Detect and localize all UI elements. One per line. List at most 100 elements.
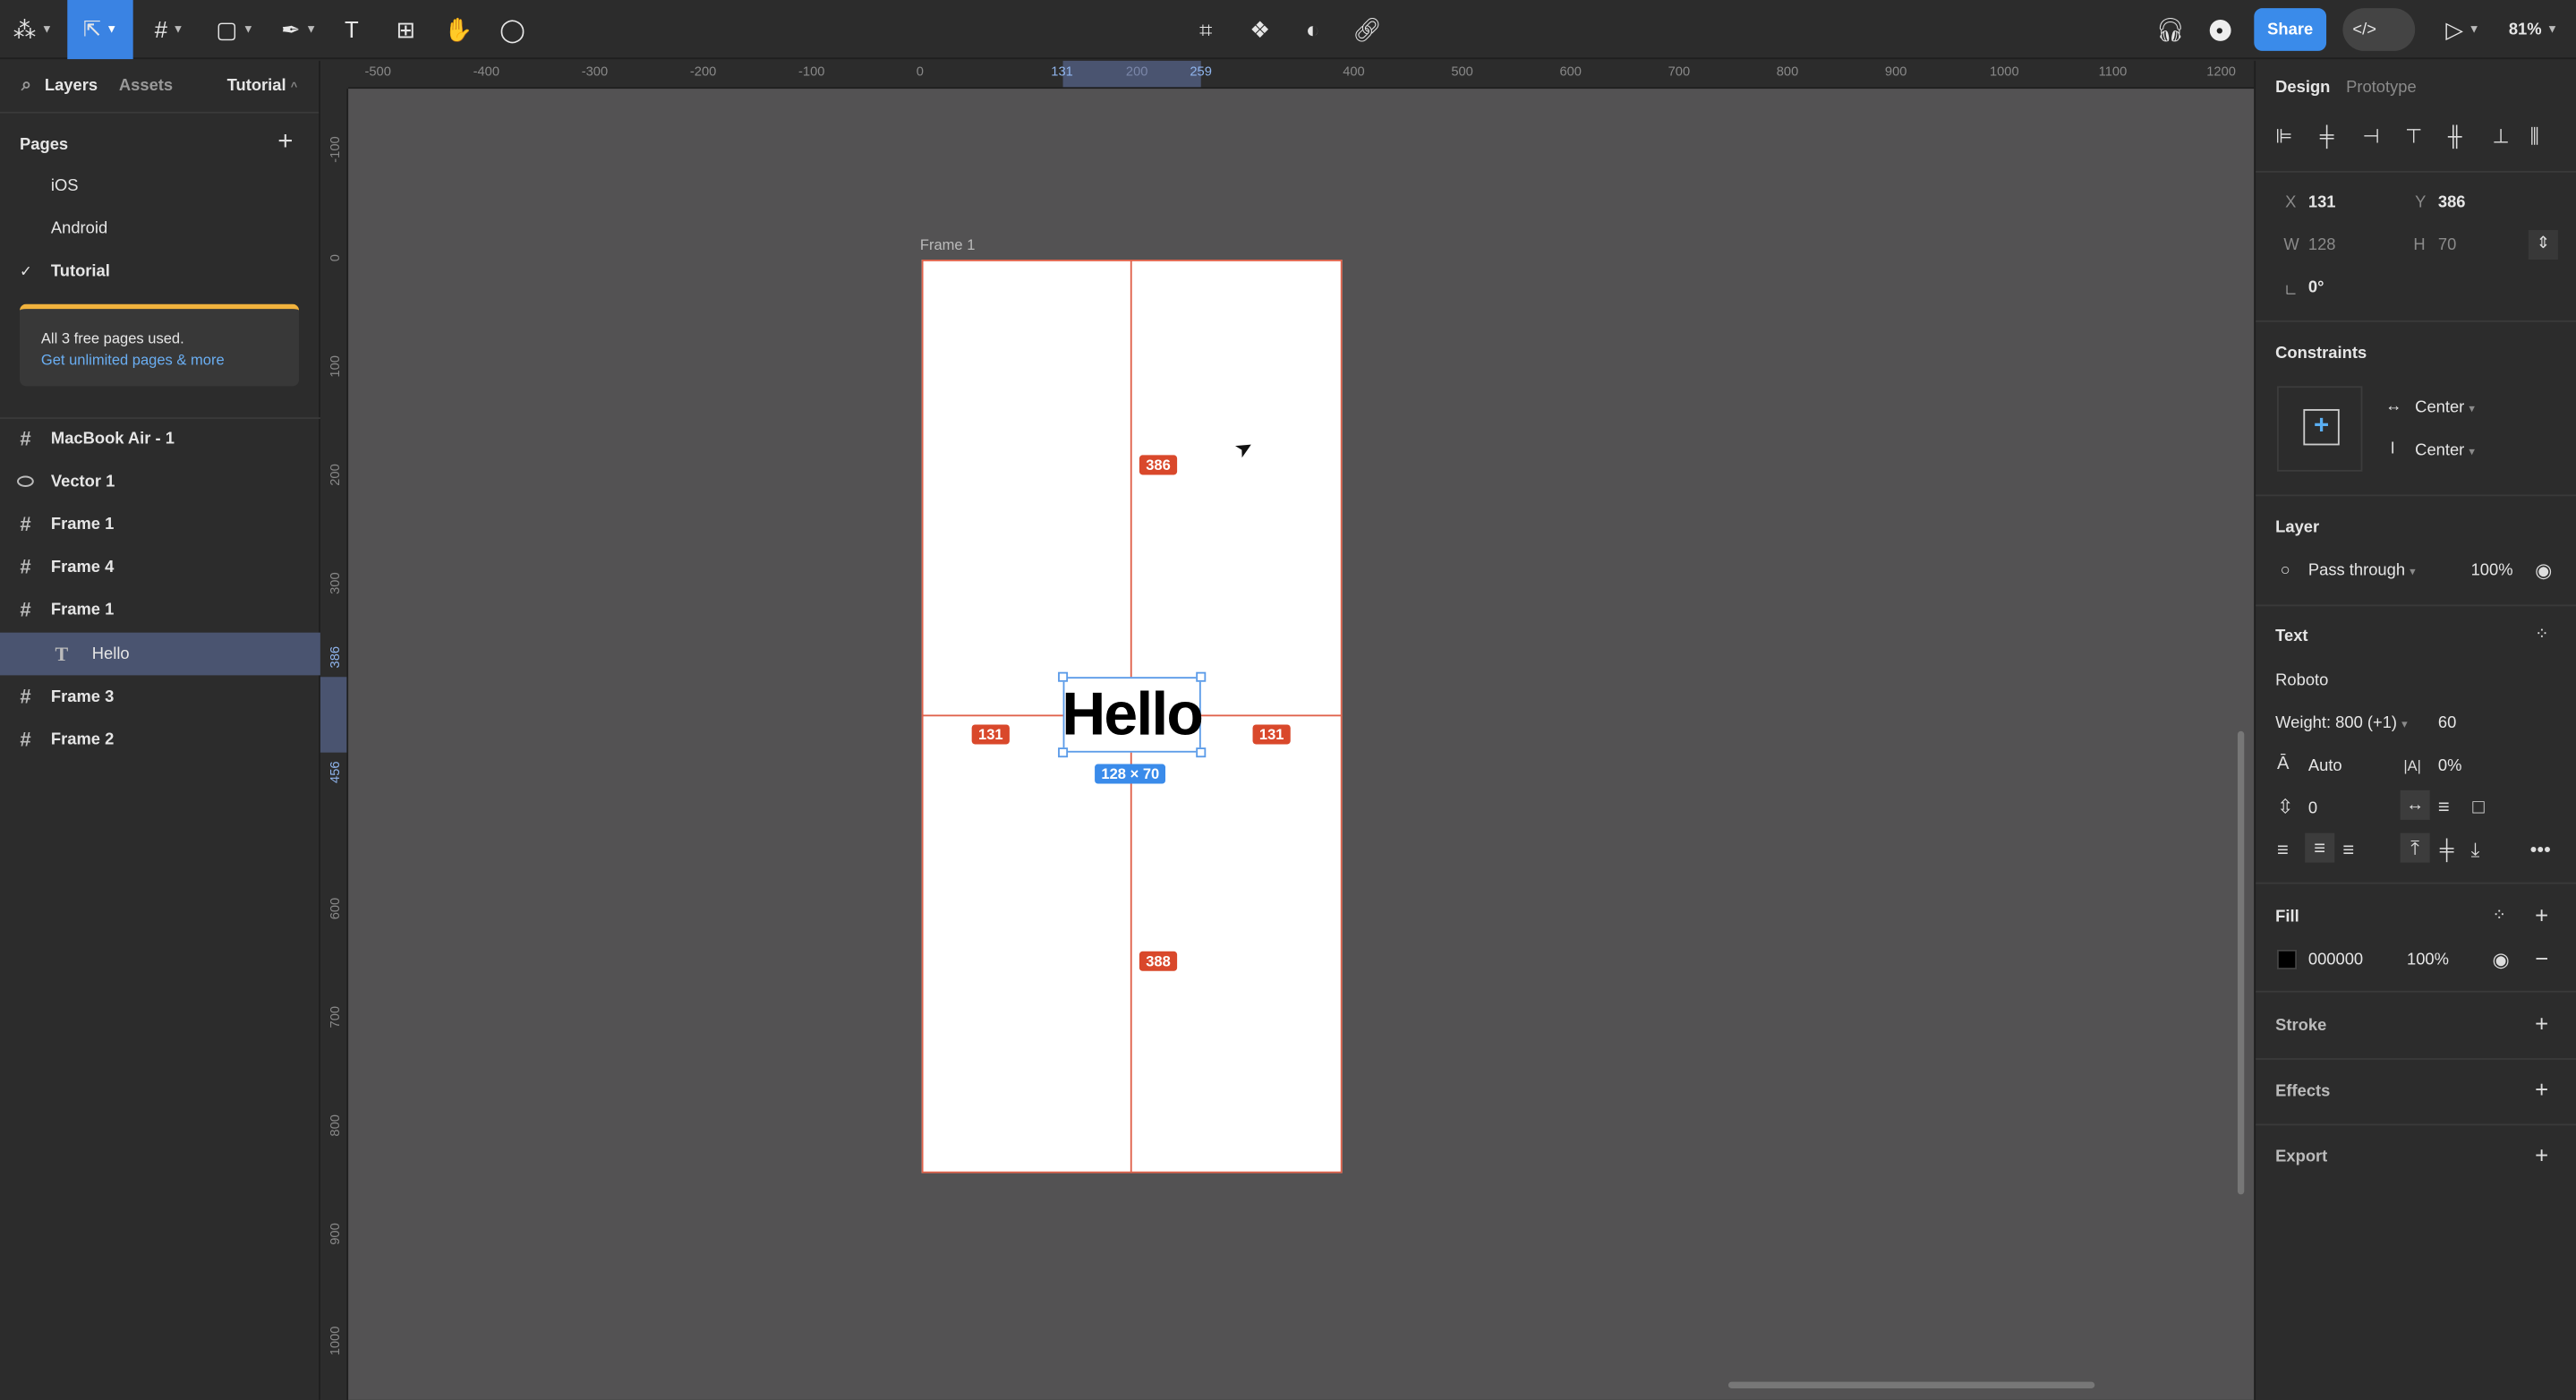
fixed-size-icon[interactable]: □: [2472, 797, 2484, 816]
selected-text-layer[interactable]: Hello: [1062, 677, 1204, 753]
text-styles-icon[interactable]: ⁘: [2535, 626, 2548, 645]
text-align-left-icon[interactable]: ≡: [2277, 840, 2289, 859]
align-top-icon[interactable]: ⊤: [2405, 126, 2422, 146]
layer-item[interactable]: # Frame 4: [0, 545, 320, 588]
line-height-input[interactable]: Auto: [2308, 757, 2342, 775]
font-weight-dropdown[interactable]: Weight: 800 (+1) ▾: [2275, 714, 2407, 732]
add-effect-icon[interactable]: +: [2535, 1078, 2548, 1101]
add-page-icon[interactable]: +: [277, 128, 293, 158]
fill-color-swatch[interactable]: [2277, 949, 2298, 969]
resize-handle[interactable]: [1058, 747, 1069, 758]
resize-handle[interactable]: [1058, 671, 1069, 682]
align-text-top-icon[interactable]: ⤒: [2400, 832, 2430, 863]
frame-tool-button[interactable]: # ▼: [141, 0, 197, 59]
distribute-icon[interactable]: ⫼: [2530, 126, 2539, 146]
font-family-dropdown[interactable]: Roboto: [2275, 672, 2328, 690]
add-stroke-icon[interactable]: +: [2535, 1012, 2548, 1036]
crop-button[interactable]: ⌗: [1188, 0, 1224, 59]
horizontal-scrollbar[interactable]: [1727, 1381, 2095, 1388]
auto-height-icon[interactable]: ≡: [2438, 797, 2450, 816]
avatar[interactable]: ●: [2202, 0, 2238, 59]
ruler-tick-label: 200: [1125, 64, 1148, 80]
vertical-constraint-icon: I: [2390, 440, 2395, 459]
eye-icon[interactable]: ◉: [2535, 560, 2552, 580]
layer-item[interactable]: ⬭ Vector 1: [0, 460, 320, 503]
component-button[interactable]: ❖: [1242, 0, 1278, 59]
frame-tool-icon: #: [154, 16, 168, 43]
zoom-dropdown[interactable]: 81% ▼: [2503, 0, 2563, 59]
fill-opacity-input[interactable]: 100%: [2407, 952, 2449, 969]
auto-width-icon[interactable]: ↔: [2400, 790, 2430, 820]
w-input[interactable]: 128: [2308, 236, 2336, 254]
page-item-android[interactable]: Android: [51, 220, 107, 238]
align-left-icon[interactable]: ⊫: [2275, 126, 2292, 146]
layer-item[interactable]: # Frame 1: [0, 503, 320, 546]
align-bottom-icon[interactable]: ⊥: [2492, 126, 2509, 146]
rotation-input[interactable]: 0°: [2308, 279, 2324, 297]
present-button[interactable]: ▷ ▼: [2438, 0, 2487, 59]
canvas[interactable]: Frame 1 Hello 386 131 131 388 128 × 70 ➤…: [348, 89, 2255, 1400]
dev-mode-toggle[interactable]: </>: [2342, 8, 2416, 51]
remove-fill-icon[interactable]: −: [2535, 946, 2548, 969]
resize-handle[interactable]: [1196, 747, 1207, 758]
constrain-proportions-icon[interactable]: ⇕: [2528, 229, 2558, 260]
resources-button[interactable]: ⊞: [388, 0, 423, 59]
fill-hex-input[interactable]: 000000: [2308, 952, 2363, 969]
text-tool-button[interactable]: T: [334, 0, 370, 59]
vertical-scrollbar[interactable]: [2237, 730, 2245, 1195]
frame-label[interactable]: Frame 1: [920, 236, 976, 252]
tab-prototype[interactable]: Prototype: [2346, 79, 2417, 97]
y-input[interactable]: 386: [2438, 194, 2466, 212]
x-input[interactable]: 131: [2308, 194, 2336, 212]
page-switcher[interactable]: Tutorial ^: [227, 77, 298, 95]
search-icon[interactable]: ⌕: [21, 75, 31, 97]
page-item-ios[interactable]: iOS: [51, 177, 79, 195]
ruler-tick-label: 1100: [2098, 64, 2128, 80]
layer-item[interactable]: # Frame 3: [0, 675, 320, 718]
hand-tool-button[interactable]: ✋: [440, 0, 476, 59]
horizontal-constraint-dropdown[interactable]: Center ▾: [2415, 399, 2475, 417]
blend-mode-dropdown[interactable]: Pass through ▾: [2308, 562, 2416, 580]
resize-handle[interactable]: [1196, 671, 1207, 682]
fill-visibility-eye-icon[interactable]: ◉: [2492, 950, 2509, 969]
page-item-tutorial[interactable]: Tutorial: [51, 263, 110, 281]
h-input[interactable]: 70: [2438, 236, 2456, 254]
more-options-icon[interactable]: •••: [2530, 840, 2551, 859]
share-button[interactable]: Share: [2254, 8, 2327, 51]
text-icon: T: [55, 641, 69, 665]
layer-item-selected[interactable]: T Hello: [0, 632, 320, 676]
align-right-icon[interactable]: ⊣: [2362, 126, 2379, 146]
align-vertical-center-icon[interactable]: ╫: [2448, 126, 2462, 146]
align-text-bottom-icon[interactable]: ⤓: [2471, 840, 2480, 859]
add-export-icon[interactable]: +: [2535, 1144, 2548, 1167]
tab-assets[interactable]: Assets: [119, 77, 173, 95]
constraints-widget[interactable]: +: [2277, 386, 2363, 472]
text-align-right-icon[interactable]: ≡: [2342, 840, 2354, 859]
ruler-tick-label: -200: [689, 64, 717, 80]
audio-button[interactable]: 🎧︎: [2153, 0, 2188, 59]
vertical-constraint-dropdown[interactable]: Center ▾: [2415, 442, 2475, 460]
link-button[interactable]: 🔗︎: [1349, 0, 1385, 59]
upgrade-link[interactable]: Get unlimited pages & more: [41, 352, 225, 368]
layer-item[interactable]: # Frame 1: [0, 588, 320, 631]
contrast-button[interactable]: ◐: [1294, 0, 1330, 59]
main-menu-button[interactable]: ⁂ ▼: [0, 0, 65, 59]
pen-tool-button[interactable]: ✒ ▼: [271, 0, 327, 59]
align-horizontal-center-icon[interactable]: ╪: [2320, 126, 2334, 146]
align-text-middle-icon[interactable]: ╪: [2440, 840, 2454, 859]
layer-item[interactable]: # MacBook Air - 1: [0, 417, 320, 460]
paragraph-spacing-input[interactable]: 0: [2308, 800, 2317, 818]
fill-styles-icon[interactable]: ⁘: [2492, 907, 2505, 926]
ruler-tick-label: 1200: [2206, 64, 2236, 80]
text-align-center-icon[interactable]: ≡: [2305, 832, 2335, 863]
comment-tool-button[interactable]: ◯: [494, 0, 530, 59]
shape-tool-button[interactable]: ▢ ▼: [207, 0, 262, 59]
move-tool-button[interactable]: ⇱ ▼: [67, 0, 133, 60]
layer-item[interactable]: # Frame 2: [0, 718, 320, 761]
layer-opacity-input[interactable]: 100%: [2471, 562, 2513, 580]
tab-layers[interactable]: Layers: [45, 77, 98, 95]
tab-design[interactable]: Design: [2275, 79, 2330, 97]
font-size-input[interactable]: 60: [2438, 714, 2456, 732]
add-fill-icon[interactable]: +: [2535, 904, 2548, 927]
letter-spacing-input[interactable]: 0%: [2438, 757, 2462, 775]
